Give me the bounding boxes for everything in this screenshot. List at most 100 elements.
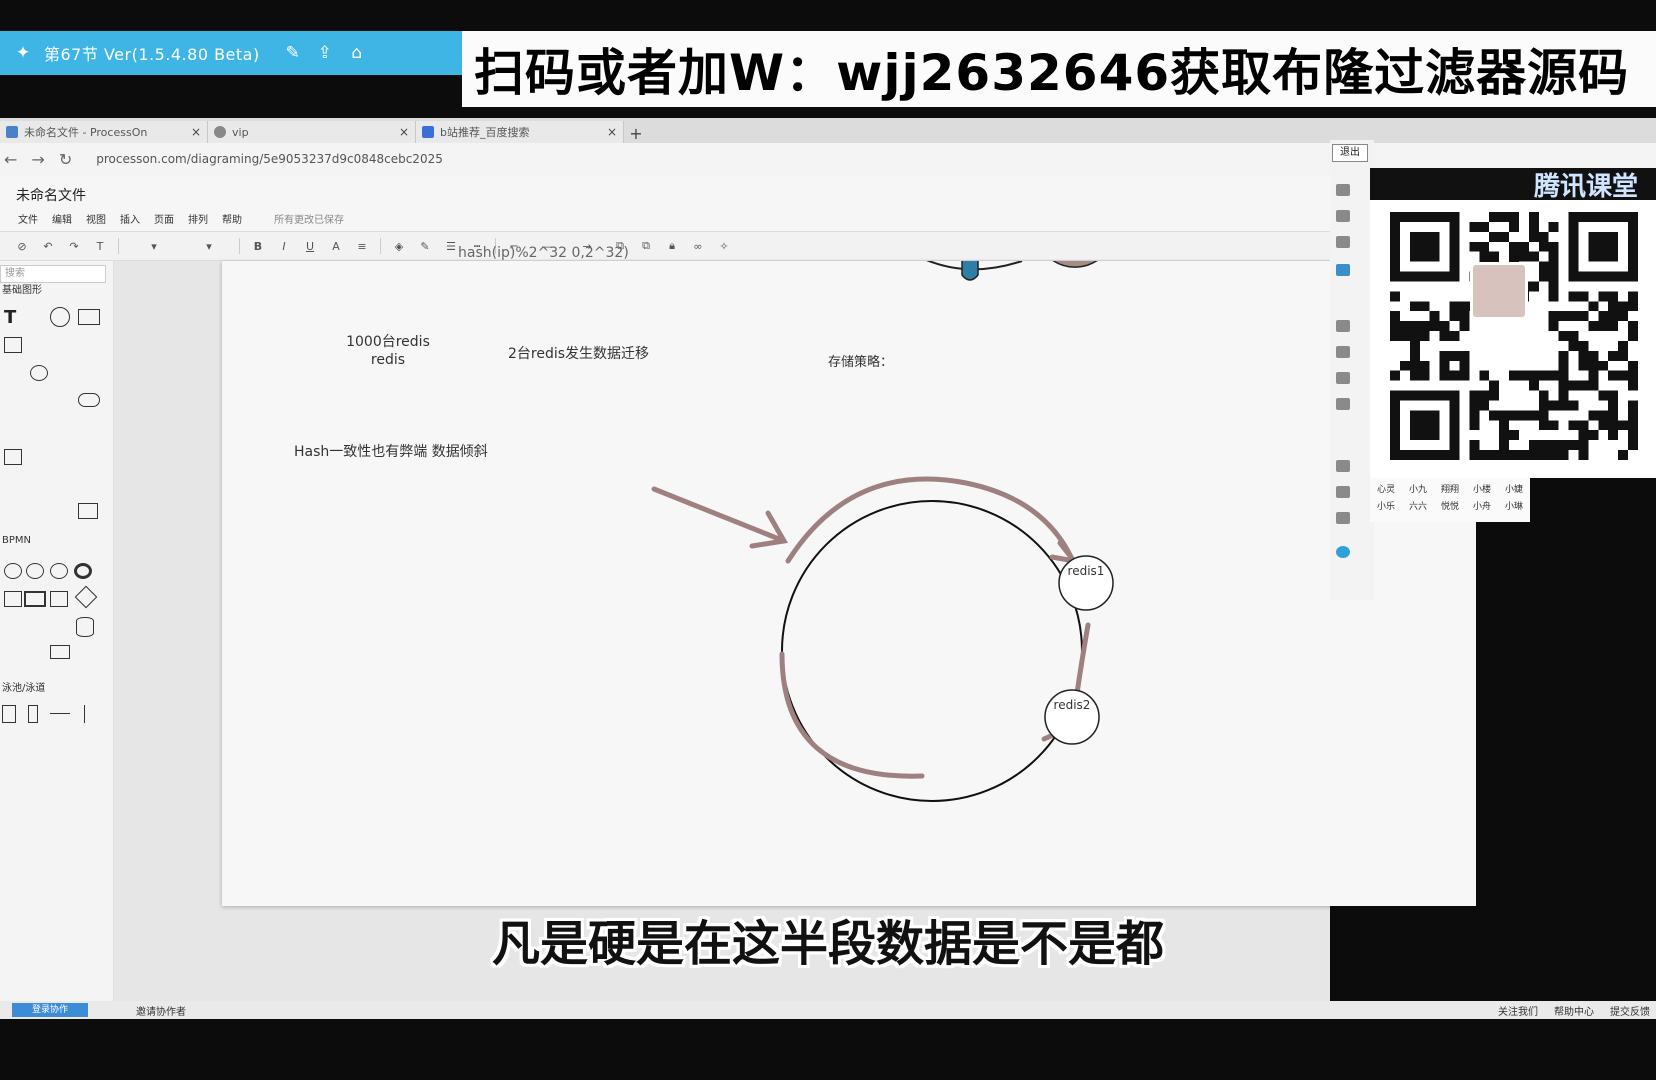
color-blue-icon[interactable] bbox=[1336, 264, 1350, 276]
section-bpmn[interactable]: BPMN bbox=[2, 535, 31, 546]
pen-tool-icon[interactable] bbox=[1336, 184, 1350, 196]
new-tab-button[interactable]: + bbox=[624, 124, 648, 143]
forward-arrow-icon[interactable]: → bbox=[31, 150, 44, 169]
call-activity-shape[interactable] bbox=[50, 591, 68, 607]
diagram-page[interactable]: hash(ip)%2^32 0,2^32) 1000台redis redis 2… bbox=[222, 245, 1476, 906]
contact-name[interactable]: 小楼 bbox=[1473, 482, 1491, 495]
text-shape[interactable]: T bbox=[4, 307, 22, 328]
font-color-icon[interactable]: A bbox=[328, 239, 344, 253]
pool-shape[interactable] bbox=[2, 705, 16, 723]
magic-icon[interactable]: ✧ bbox=[716, 239, 732, 253]
home-icon[interactable]: ⌂ bbox=[346, 42, 368, 64]
menu-file[interactable]: 文件 bbox=[18, 211, 38, 226]
ellipse-tool-icon[interactable] bbox=[1336, 372, 1350, 384]
rectangle-shape[interactable] bbox=[78, 309, 100, 325]
start-event-shape[interactable] bbox=[4, 563, 22, 579]
redo-icon[interactable]: ↷ bbox=[66, 239, 82, 253]
lane-shape[interactable] bbox=[28, 705, 38, 723]
contact-name[interactable]: 六六 bbox=[1409, 499, 1427, 512]
url-field[interactable]: processon.com/diagraming/5e9053237d9c084… bbox=[96, 152, 443, 166]
lock-icon[interactable]: 🔒︎ bbox=[664, 239, 680, 253]
task-shape[interactable] bbox=[4, 591, 22, 607]
help-center-link[interactable]: 帮助中心 bbox=[1554, 1003, 1594, 1018]
ellipse-shape[interactable] bbox=[30, 365, 48, 381]
browser-tab-vip[interactable]: vip × bbox=[208, 121, 416, 143]
separator-v-shape[interactable] bbox=[84, 705, 85, 723]
align-icon[interactable]: ≡ bbox=[354, 239, 370, 253]
share-icon[interactable]: ⇪ bbox=[314, 42, 336, 64]
redis1-label[interactable]: redis1 bbox=[1062, 563, 1110, 579]
underline-icon[interactable]: U bbox=[302, 239, 318, 253]
highlighter-icon[interactable] bbox=[1336, 210, 1350, 222]
separator-h-shape[interactable] bbox=[50, 713, 70, 714]
contact-name[interactable]: 悦悦 bbox=[1441, 499, 1459, 512]
circle-shape[interactable] bbox=[50, 307, 70, 327]
message-shape[interactable] bbox=[50, 645, 70, 659]
clear-format-icon[interactable]: T bbox=[92, 239, 108, 253]
line-tool-icon[interactable] bbox=[1336, 320, 1350, 332]
close-icon[interactable]: × bbox=[607, 125, 617, 139]
invite-collaborator-link[interactable]: 邀请协作者 bbox=[136, 1003, 186, 1018]
fill-color-icon[interactable]: ◈ bbox=[391, 239, 407, 253]
italic-icon[interactable]: I bbox=[276, 239, 292, 253]
section-basic-shapes[interactable]: 基础图形 bbox=[2, 281, 42, 296]
gateway-shape[interactable] bbox=[74, 585, 98, 609]
intermediate-event-shape[interactable] bbox=[26, 563, 44, 579]
text-tool-icon[interactable] bbox=[1336, 398, 1350, 410]
follow-us-link[interactable]: 关注我们 bbox=[1498, 1003, 1538, 1018]
menu-page[interactable]: 页面 bbox=[154, 211, 174, 226]
menu-edit[interactable]: 编辑 bbox=[52, 211, 72, 226]
reload-icon[interactable]: ↻ bbox=[59, 150, 72, 169]
data-store-shape[interactable] bbox=[76, 617, 94, 637]
contact-name[interactable]: 小舟 bbox=[1473, 499, 1491, 512]
rounded-rect-shape[interactable] bbox=[4, 337, 22, 353]
font-family-select[interactable]: ▾ bbox=[129, 239, 179, 253]
line-width-icon[interactable]: ☰ bbox=[443, 239, 459, 253]
timer-event-shape[interactable] bbox=[50, 563, 68, 579]
contact-name[interactable]: 小乐 bbox=[1377, 499, 1395, 512]
menu-arrange[interactable]: 排列 bbox=[188, 211, 208, 226]
canvas-area[interactable]: hash(ip)%2^32 0,2^32) 1000台redis redis 2… bbox=[114, 245, 1476, 1001]
info-icon[interactable] bbox=[1336, 546, 1350, 558]
format-painter-icon[interactable]: ⊘ bbox=[14, 239, 30, 253]
browser-tab-baidu[interactable]: b站推荐_百度搜索 × bbox=[416, 121, 624, 143]
contact-name[interactable]: 小琳 bbox=[1505, 499, 1523, 512]
line-color-icon[interactable]: ✎ bbox=[417, 239, 433, 253]
undo-tool-icon[interactable] bbox=[1336, 486, 1350, 498]
hash-formula-text[interactable]: hash(ip)%2^32 0,2^32) bbox=[458, 245, 629, 261]
document-shape[interactable] bbox=[4, 449, 22, 465]
font-size-select[interactable]: ▾ bbox=[189, 239, 229, 253]
document-title[interactable]: 未命名文件 bbox=[16, 185, 86, 205]
login-collab-button[interactable]: 登录协作 bbox=[12, 1003, 88, 1017]
note-shape[interactable] bbox=[78, 503, 98, 519]
player-logo-icon[interactable]: ✦ bbox=[12, 42, 34, 64]
feedback-link[interactable]: 提交反馈 bbox=[1610, 1003, 1650, 1018]
browser-tab-processon[interactable]: 未命名文件 - ProcessOn × bbox=[0, 121, 208, 143]
menu-help[interactable]: 帮助 bbox=[222, 211, 242, 226]
undo-icon[interactable]: ↶ bbox=[40, 239, 56, 253]
link-icon[interactable]: ∞ bbox=[690, 239, 706, 253]
contact-name[interactable]: 小婕 bbox=[1505, 482, 1523, 495]
edit-icon[interactable]: ✎ bbox=[282, 42, 304, 64]
rect-tool-icon[interactable] bbox=[1336, 346, 1350, 358]
eraser-icon[interactable] bbox=[1336, 236, 1350, 248]
stadium-shape[interactable] bbox=[78, 393, 100, 407]
end-event-shape[interactable] bbox=[74, 563, 92, 579]
contact-name[interactable]: 翔翔 bbox=[1441, 482, 1459, 495]
menu-insert[interactable]: 插入 bbox=[120, 211, 140, 226]
back-icon[interactable]: ⧉ bbox=[638, 239, 654, 253]
pen-stroke-upper-arc bbox=[785, 476, 1075, 564]
save-tool-icon[interactable] bbox=[1336, 512, 1350, 524]
section-lanes[interactable]: 泳池/泳道 bbox=[2, 679, 45, 694]
subprocess-shape[interactable] bbox=[24, 591, 46, 607]
redis2-label[interactable]: redis2 bbox=[1048, 697, 1096, 713]
close-icon[interactable]: × bbox=[399, 125, 409, 139]
menu-view[interactable]: 视图 bbox=[86, 211, 106, 226]
bold-icon[interactable]: B bbox=[250, 239, 266, 253]
back-arrow-icon[interactable]: ← bbox=[4, 150, 17, 169]
close-icon[interactable]: × bbox=[191, 125, 201, 139]
contact-name[interactable]: 小九 bbox=[1409, 482, 1427, 495]
contact-name[interactable]: 心灵 bbox=[1377, 482, 1395, 495]
move-tool-icon[interactable] bbox=[1336, 460, 1350, 472]
exit-button[interactable]: 退出 bbox=[1332, 144, 1368, 162]
